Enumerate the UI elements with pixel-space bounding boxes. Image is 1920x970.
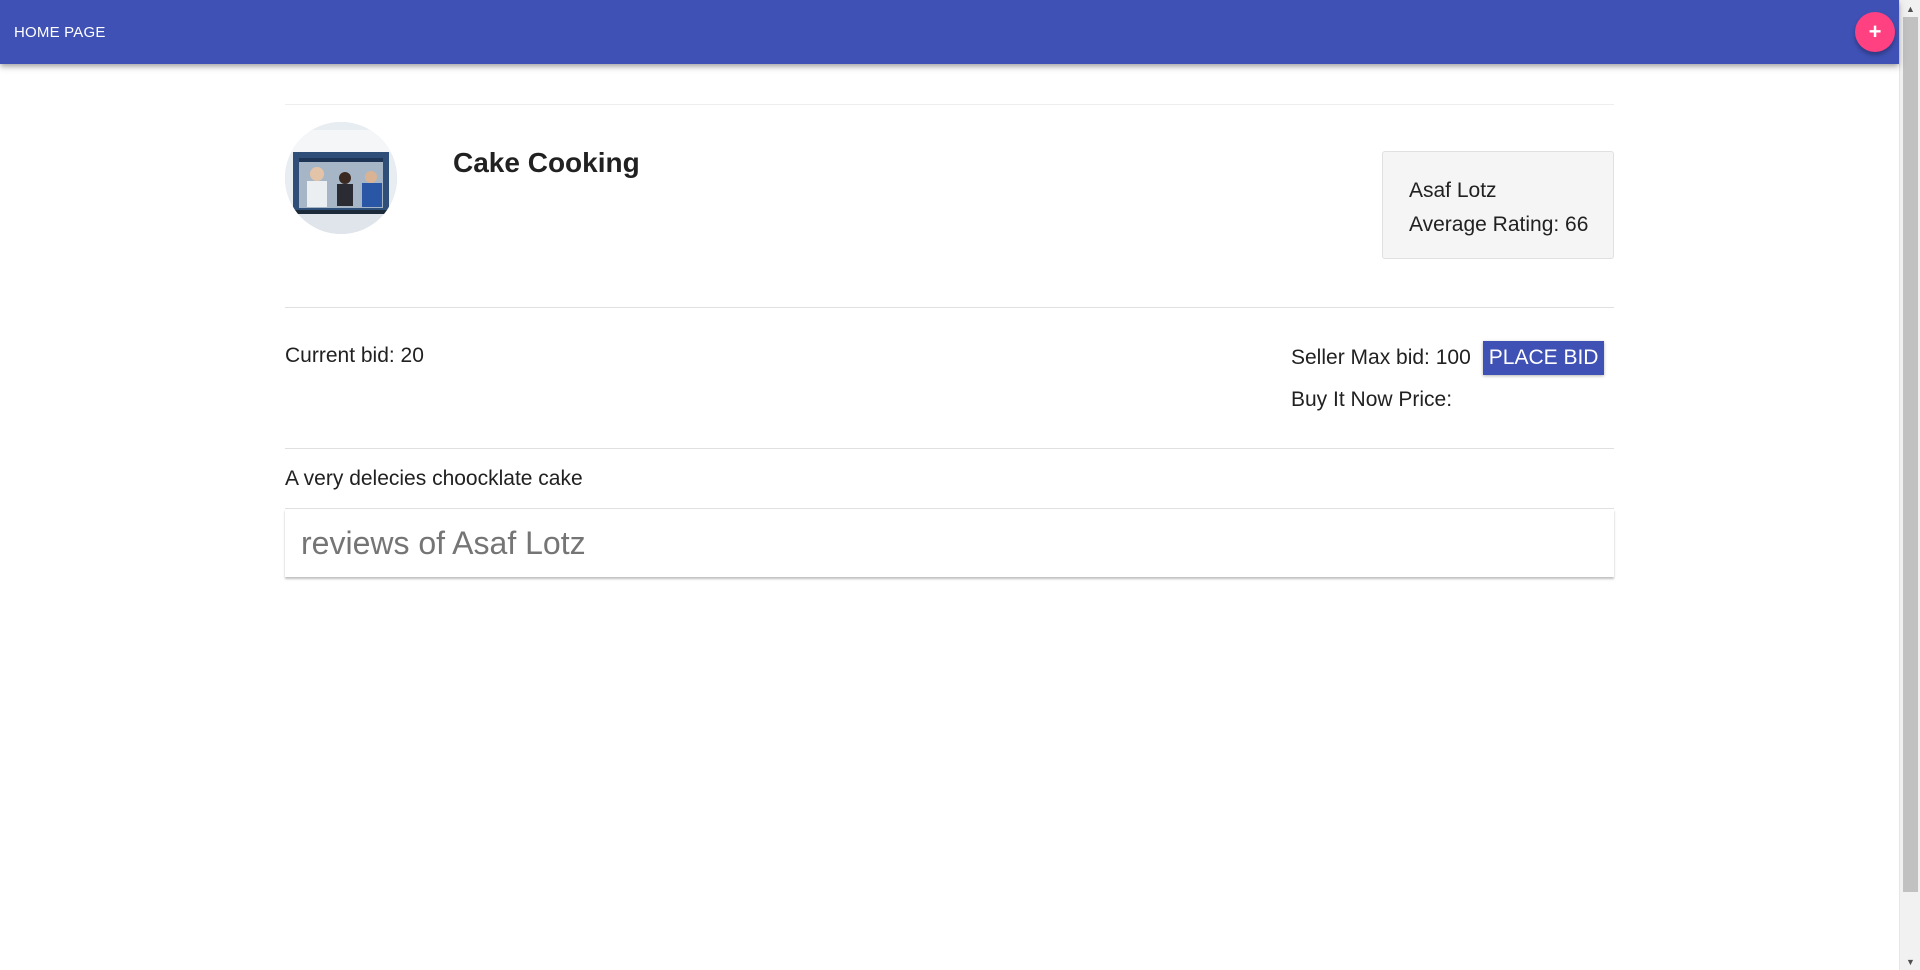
item-description: A very delecies choocklate cake (285, 449, 1614, 509)
add-button[interactable]: + (1855, 12, 1895, 52)
app-bar: HOME PAGE + (0, 0, 1899, 64)
current-bid: Current bid: 20 (285, 344, 424, 367)
scrollbar-thumb[interactable] (1903, 17, 1918, 892)
item-header: Cake Cooking Asaf Lotz Average Rating: 6… (285, 105, 1614, 308)
seller-card: Asaf Lotz Average Rating: 66 (1382, 151, 1614, 259)
page-scrollbar[interactable]: ▲ ▼ (1899, 0, 1920, 970)
item-details: Cake Cooking Asaf Lotz Average Rating: 6… (285, 104, 1614, 577)
item-title: Cake Cooking (453, 147, 640, 178)
bid-actions: Seller Max bid: 100 PLACE BID Buy It Now… (1291, 340, 1605, 412)
bid-section: Current bid: 20 Seller Max bid: 100 PLAC… (285, 308, 1614, 449)
auction-item-photo-icon (285, 122, 397, 234)
scroll-down-icon[interactable]: ▼ (1900, 953, 1920, 970)
seller-max-bid: Seller Max bid: 100 (1291, 346, 1471, 369)
buy-it-now-price: Buy It Now Price: (1291, 388, 1453, 411)
scroll-up-icon[interactable]: ▲ (1900, 0, 1920, 17)
seller-name[interactable]: Asaf Lotz (1409, 174, 1613, 208)
place-bid-button[interactable]: PLACE BID (1482, 341, 1605, 375)
seller-rating: Average Rating: 66 (1409, 213, 1589, 236)
home-page-link[interactable]: HOME PAGE (14, 24, 106, 41)
reviews-panel[interactable]: reviews of Asaf Lotz (285, 509, 1614, 577)
reviews-heading: reviews of Asaf Lotz (301, 524, 586, 561)
item-photo-avatar (285, 122, 397, 234)
